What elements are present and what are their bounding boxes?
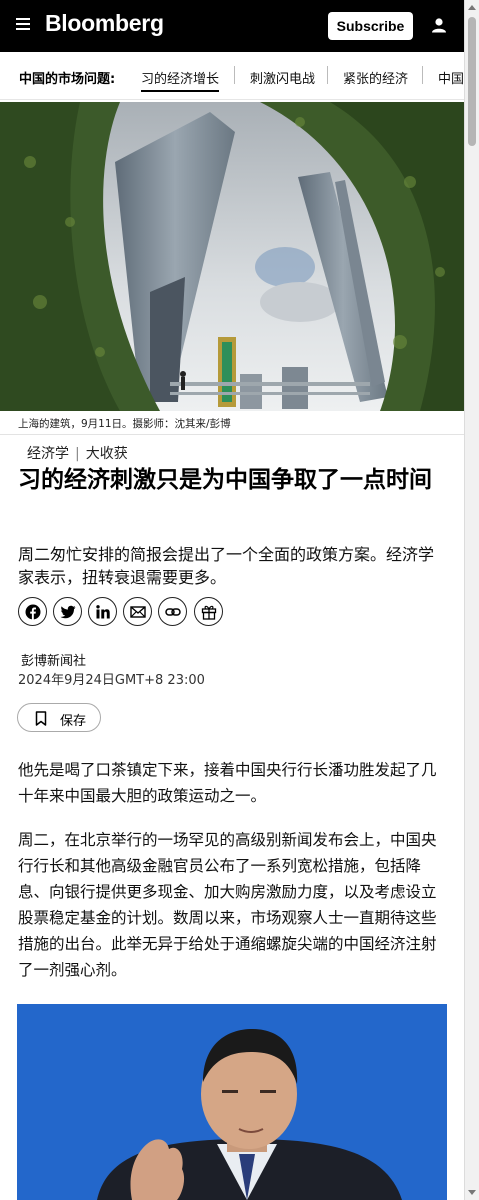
facebook-icon	[25, 604, 41, 620]
scrollbar-thumb[interactable]	[468, 17, 476, 146]
email-icon	[130, 606, 146, 618]
nav-item-stimulus[interactable]: 刺激闪电战	[250, 68, 315, 87]
nav-item-china[interactable]: 中国	[438, 68, 464, 87]
nav-divider	[327, 66, 328, 84]
user-icon[interactable]	[431, 17, 447, 33]
email-share-button[interactable]	[123, 597, 152, 626]
nav-item-xi-growth[interactable]: 习的经济增长	[141, 68, 220, 92]
save-button[interactable]: 保存	[17, 703, 101, 732]
gift-article-button[interactable]	[194, 597, 223, 626]
article-headline: 习的经济刺激只是为中国争取了一点时间	[18, 467, 432, 493]
subscribe-button[interactable]: Subscribe	[328, 12, 413, 40]
twitter-share-button[interactable]	[53, 597, 82, 626]
article-photo	[17, 1004, 447, 1200]
facebook-share-button[interactable]	[18, 597, 47, 626]
article-source[interactable]: 彭博新闻社	[21, 650, 86, 669]
market-topics-label: 中国的市场问题:	[19, 72, 116, 87]
page-scrollbar[interactable]	[464, 0, 479, 1200]
nav-divider	[234, 66, 235, 84]
kicker-separator: |	[75, 446, 80, 462]
photo-caption: 上海的建筑，9月11日。摄影师：沈其来/彭博	[18, 418, 231, 430]
scroll-up-icon[interactable]	[468, 5, 476, 10]
divider	[0, 434, 464, 435]
nav-divider	[422, 66, 423, 84]
nav-item-tense-economy[interactable]: 紧张的经济	[343, 68, 408, 87]
linkedin-icon	[96, 605, 110, 619]
market-topics-nav: 中国的市场问题: 习的经济增长 刺激闪电战 紧张的经济 中国	[0, 52, 464, 100]
twitter-icon	[60, 605, 76, 619]
article-dek: 周二匆忙安排的简报会提出了一个全面的政策方案。经济学家表示，扭转衰退需要更多。	[18, 545, 435, 587]
scroll-down-icon[interactable]	[468, 1190, 476, 1195]
gift-icon	[201, 605, 217, 620]
linkedin-share-button[interactable]	[88, 597, 117, 626]
kicker-series[interactable]: 大收获	[86, 446, 128, 462]
link-icon	[165, 608, 181, 616]
save-label: 保存	[60, 714, 87, 729]
bloomberg-logo[interactable]: Bloomberg	[45, 10, 164, 37]
article-paragraph: 他先是喝了口茶镇定下来，接着中国央行行长潘功胜发起了几十年来中国最大胆的政策运动…	[18, 761, 437, 805]
menu-icon[interactable]	[16, 18, 30, 30]
hero-photo	[0, 102, 464, 411]
article-kicker: 经济学 | 大收获	[27, 443, 128, 463]
copy-link-button[interactable]	[158, 597, 187, 626]
bookmark-icon	[35, 711, 47, 726]
kicker-category[interactable]: 经济学	[27, 446, 69, 462]
article-paragraph: 周二，在北京举行的一场罕见的高级别新闻发布会上，中国央行行长和其他高级金融官员公…	[18, 831, 437, 979]
publish-datetime: 2024年9月24日GMT+8 23:00	[18, 673, 205, 688]
top-bar: Bloomberg Subscribe	[0, 0, 464, 52]
